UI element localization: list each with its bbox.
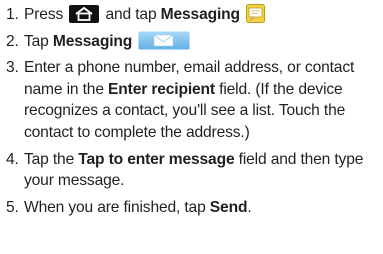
step-text-part: Tap [24, 32, 49, 50]
step-text: Enter a phone number, email address, or … [24, 57, 378, 143]
home-key-icon [69, 5, 100, 23]
messaging-app-icon [246, 4, 266, 23]
messaging-tab-icon [138, 31, 190, 50]
step-text: When you are finished, tap Send. [24, 197, 378, 219]
step-text: Tap Messaging [24, 31, 378, 53]
step-bold-term: Send [209, 198, 248, 216]
step-bold-term: Enter recipient [108, 80, 215, 98]
step-number: 2. [6, 32, 19, 50]
step-bold-term: Messaging [52, 32, 133, 50]
instruction-steps: 1. Press and tap Messaging 2. Tap Messag… [6, 4, 378, 223]
step-number: 5. [6, 198, 19, 216]
step-text-part: . [247, 198, 252, 216]
step-text-part: and tap [105, 6, 157, 23]
step-text-part: When you are finished, tap [24, 198, 206, 216]
step-4: 4. Tap the Tap to enter message field an… [6, 149, 378, 192]
step-3: 3. Enter a phone number, email address, … [6, 57, 378, 143]
step-2: 2. Tap Messaging [6, 31, 378, 53]
step-text-part: Press [24, 6, 64, 23]
step-text: Press and tap Messaging [24, 4, 378, 26]
step-number: 4. [6, 150, 19, 168]
step-number: 1. [6, 6, 19, 23]
step-5: 5. When you are finished, tap Send. [6, 197, 378, 219]
step-text: Tap the Tap to enter message field and t… [24, 149, 378, 192]
step-1: 1. Press and tap Messaging [6, 4, 378, 26]
step-text-part: Tap the [24, 150, 75, 168]
step-number: 3. [6, 59, 19, 77]
step-bold-term: Messaging [160, 6, 240, 23]
step-bold-term: Tap to enter message [78, 150, 235, 168]
